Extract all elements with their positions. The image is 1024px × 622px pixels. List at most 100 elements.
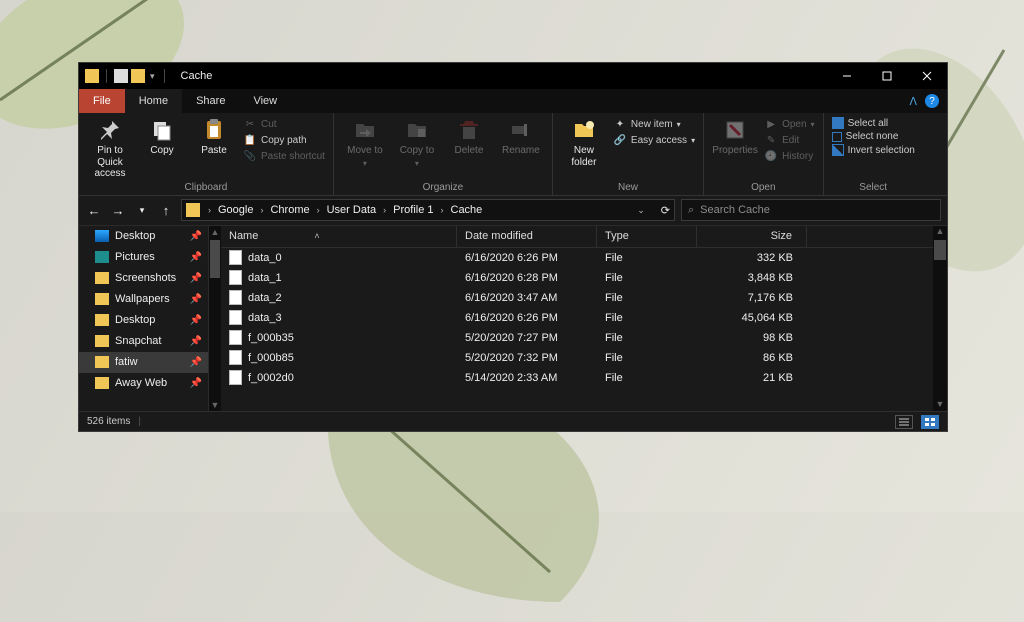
paste-button[interactable]: Paste bbox=[191, 117, 237, 157]
scroll-down-icon[interactable]: ▼ bbox=[936, 399, 945, 411]
forward-button[interactable]: → bbox=[109, 203, 127, 218]
table-row[interactable]: f_000b855/20/2020 7:32 PMFile86 KB bbox=[221, 348, 933, 368]
file-size: 332 KB bbox=[697, 252, 807, 264]
breadcrumb-segment[interactable]: Profile 1 bbox=[390, 204, 436, 216]
maximize-button[interactable] bbox=[867, 63, 907, 89]
copy-button[interactable]: Copy bbox=[139, 117, 185, 157]
file-date: 5/20/2020 7:32 PM bbox=[457, 352, 597, 364]
sidebar-item[interactable]: Away Web📌 bbox=[79, 373, 208, 394]
file-name: data_0 bbox=[248, 252, 282, 264]
open-icon: ▶ bbox=[764, 117, 778, 131]
address-bar[interactable]: › Google› Chrome› User Data› Profile 1› … bbox=[181, 199, 675, 221]
paste-shortcut-button[interactable]: 📎Paste shortcut bbox=[243, 149, 325, 163]
minimize-button[interactable] bbox=[827, 63, 867, 89]
file-type: File bbox=[597, 312, 697, 324]
breadcrumb-segment[interactable]: User Data bbox=[324, 204, 380, 216]
icons-view-button[interactable] bbox=[921, 415, 939, 429]
help-icon[interactable]: ? bbox=[925, 94, 939, 108]
edit-button[interactable]: ✎Edit bbox=[764, 133, 814, 147]
column-size[interactable]: Size bbox=[697, 226, 807, 247]
delete-button[interactable]: Delete bbox=[446, 117, 492, 157]
tab-view[interactable]: View bbox=[239, 89, 291, 113]
table-row[interactable]: f_000b355/20/2020 7:27 PMFile98 KB bbox=[221, 328, 933, 348]
breadcrumb-segment[interactable]: Cache bbox=[448, 204, 486, 216]
move-to-button[interactable]: Move to bbox=[342, 117, 388, 168]
file-size: 86 KB bbox=[697, 352, 807, 364]
table-row[interactable]: data_36/16/2020 6:26 PMFile45,064 KB bbox=[221, 308, 933, 328]
new-item-button[interactable]: ✦New item bbox=[613, 117, 695, 131]
search-input[interactable]: ⌕ Search Cache bbox=[681, 199, 941, 221]
sidebar-item-label: Desktop bbox=[115, 314, 155, 326]
breadcrumb-segment[interactable]: Google bbox=[215, 204, 256, 216]
file-icon bbox=[229, 270, 242, 285]
sidebar-item[interactable]: Desktop📌 bbox=[79, 226, 208, 247]
file-type: File bbox=[597, 332, 697, 344]
rename-button[interactable]: Rename bbox=[498, 117, 544, 157]
open-button[interactable]: ▶Open bbox=[764, 117, 814, 131]
table-row[interactable]: data_16/16/2020 6:28 PMFile3,848 KB bbox=[221, 268, 933, 288]
scroll-up-icon[interactable]: ▲ bbox=[936, 226, 945, 238]
cut-button[interactable]: ✂Cut bbox=[243, 117, 325, 131]
table-row[interactable]: f_0002d05/14/2020 2:33 AMFile21 KB bbox=[221, 368, 933, 388]
select-all-button[interactable]: Select all bbox=[832, 117, 915, 129]
table-row[interactable]: data_26/16/2020 3:47 AMFile7,176 KB bbox=[221, 288, 933, 308]
pin-icon: 📌 bbox=[190, 315, 202, 326]
new-folder-button[interactable]: New folder bbox=[561, 117, 607, 168]
sidebar-item-label: Pictures bbox=[115, 251, 155, 263]
ribbon-group-open: Properties ▶Open ✎Edit 🕘History Open bbox=[704, 113, 823, 195]
sidebar-item[interactable]: Screenshots📌 bbox=[79, 268, 208, 289]
sidebar-item[interactable]: Wallpapers📌 bbox=[79, 289, 208, 310]
invert-selection-button[interactable]: Invert selection bbox=[832, 144, 915, 156]
table-row[interactable]: data_06/16/2020 6:26 PMFile332 KB bbox=[221, 248, 933, 268]
pin-icon: 📌 bbox=[190, 252, 202, 263]
scroll-down-icon[interactable]: ▼ bbox=[211, 399, 220, 411]
copy-icon bbox=[149, 117, 175, 143]
qat-dropdown-icon[interactable]: ▾ bbox=[148, 71, 157, 82]
copy-path-button[interactable]: 📋Copy path bbox=[243, 133, 325, 147]
folder-icon bbox=[85, 69, 99, 83]
up-button[interactable]: ↑ bbox=[157, 203, 175, 218]
collapse-ribbon-icon[interactable]: ᐱ bbox=[909, 95, 917, 108]
breadcrumb-segment[interactable]: Chrome bbox=[267, 204, 312, 216]
scroll-up-icon[interactable]: ▲ bbox=[211, 226, 220, 238]
sidebar-item[interactable]: fatiw📌 bbox=[79, 352, 208, 373]
properties-button[interactable]: Properties bbox=[712, 117, 758, 157]
column-name[interactable]: Name˄ bbox=[221, 226, 457, 247]
file-date: 6/16/2020 6:28 PM bbox=[457, 272, 597, 284]
pin-icon: 📌 bbox=[190, 378, 202, 389]
qat-icon[interactable] bbox=[114, 69, 128, 83]
back-button[interactable]: ← bbox=[85, 203, 103, 218]
file-name: data_2 bbox=[248, 292, 282, 304]
tab-home[interactable]: Home bbox=[125, 89, 182, 113]
copy-to-button[interactable]: Copy to bbox=[394, 117, 440, 168]
easy-access-button[interactable]: 🔗Easy access bbox=[613, 133, 695, 147]
main-scrollbar[interactable]: ▲ ▼ bbox=[933, 226, 947, 412]
sidebar-item[interactable]: Snapchat📌 bbox=[79, 331, 208, 352]
column-type[interactable]: Type bbox=[597, 226, 697, 247]
details-view-button[interactable] bbox=[895, 415, 913, 429]
scroll-thumb[interactable] bbox=[934, 240, 946, 260]
address-dropdown[interactable]: ⌄ bbox=[635, 205, 647, 216]
sidebar-scrollbar[interactable]: ▲ ▼ bbox=[209, 226, 221, 412]
file-name: f_0002d0 bbox=[248, 372, 294, 384]
history-button[interactable]: 🕘History bbox=[764, 149, 814, 163]
recent-dropdown[interactable]: ▾ bbox=[133, 205, 151, 216]
sidebar-item[interactable]: Pictures 📌 bbox=[79, 247, 208, 268]
scroll-thumb[interactable] bbox=[210, 240, 220, 278]
folder-icon bbox=[186, 203, 200, 217]
file-icon bbox=[229, 350, 242, 365]
close-button[interactable] bbox=[907, 63, 947, 89]
pin-to-quick-access-button[interactable]: Pin to Quick access bbox=[87, 117, 133, 180]
refresh-button[interactable]: ⟳ bbox=[661, 204, 670, 217]
sidebar-item[interactable]: Desktop 📌 bbox=[79, 310, 208, 331]
tab-file[interactable]: File bbox=[79, 89, 125, 113]
folder-icon bbox=[95, 293, 109, 305]
select-none-button[interactable]: Select none bbox=[832, 131, 915, 142]
ribbon-group-clipboard: Pin to Quick access Copy Paste ✂Cut 📋Cop… bbox=[79, 113, 334, 195]
folder-icon bbox=[95, 251, 109, 263]
column-date[interactable]: Date modified bbox=[457, 226, 597, 247]
edit-icon: ✎ bbox=[764, 133, 778, 147]
file-icon bbox=[229, 370, 242, 385]
qat-icon[interactable] bbox=[131, 69, 145, 83]
tab-share[interactable]: Share bbox=[182, 89, 239, 113]
